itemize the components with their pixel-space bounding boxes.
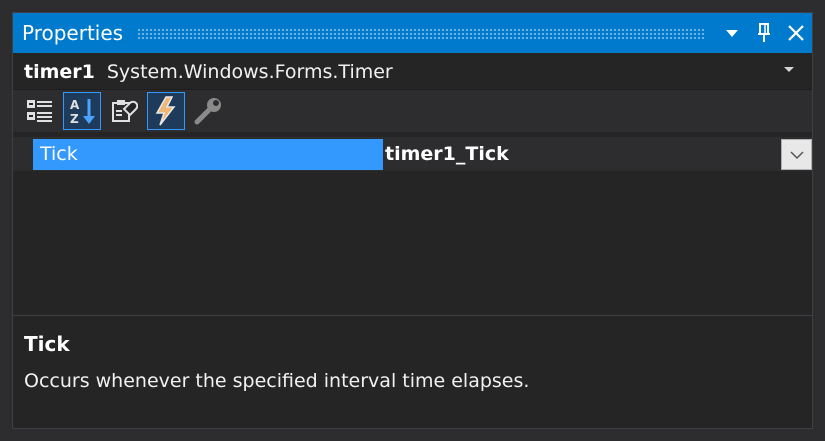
alphabetical-button[interactable]: A Z: [63, 92, 101, 130]
properties-window: Properties timer1 System.Windows.Forms.T…: [12, 12, 813, 429]
window-menu-button[interactable]: [716, 13, 748, 53]
description-text: Occurs whenever the specified interval t…: [24, 370, 530, 392]
pin-icon: [758, 23, 770, 42]
property-name-tick[interactable]: Tick: [33, 139, 383, 170]
property-grid-empty-area: [13, 171, 812, 316]
close-button[interactable]: [780, 13, 812, 53]
properties-icon: [112, 100, 138, 122]
svg-text:A: A: [70, 98, 80, 112]
description-title: Tick: [24, 332, 70, 356]
object-type: System.Windows.Forms.Timer: [106, 60, 393, 83]
drag-grip[interactable]: [137, 27, 706, 39]
alphabetical-icon: A Z: [70, 98, 95, 126]
property-value-tick[interactable]: timer1_Tick: [385, 139, 509, 170]
object-selector[interactable]: timer1 System.Windows.Forms.Timer: [13, 54, 812, 90]
categorized-button[interactable]: [21, 92, 59, 130]
events-button[interactable]: [147, 92, 185, 130]
property-grid: Tick timer1_Tick: [13, 137, 812, 171]
properties-button[interactable]: [105, 92, 143, 130]
property-pages-button[interactable]: [189, 92, 227, 130]
title-bar[interactable]: Properties: [13, 13, 812, 53]
chevron-down-icon[interactable]: [784, 67, 794, 72]
close-icon: [788, 25, 804, 41]
chevron-down-icon: [789, 150, 804, 159]
dropdown-arrow-icon: [726, 30, 738, 37]
pin-button[interactable]: [748, 13, 780, 53]
object-name: timer1: [24, 60, 95, 83]
properties-toolbar: A Z: [13, 90, 812, 132]
svg-text:Z: Z: [70, 112, 79, 126]
categorized-icon: [27, 100, 52, 122]
events-icon: [155, 96, 176, 126]
property-dropdown-button[interactable]: [781, 139, 812, 170]
wrench-icon: [194, 98, 221, 125]
description-pane: Tick Occurs whenever the specified inter…: [13, 316, 812, 428]
window-title: Properties: [22, 21, 124, 45]
